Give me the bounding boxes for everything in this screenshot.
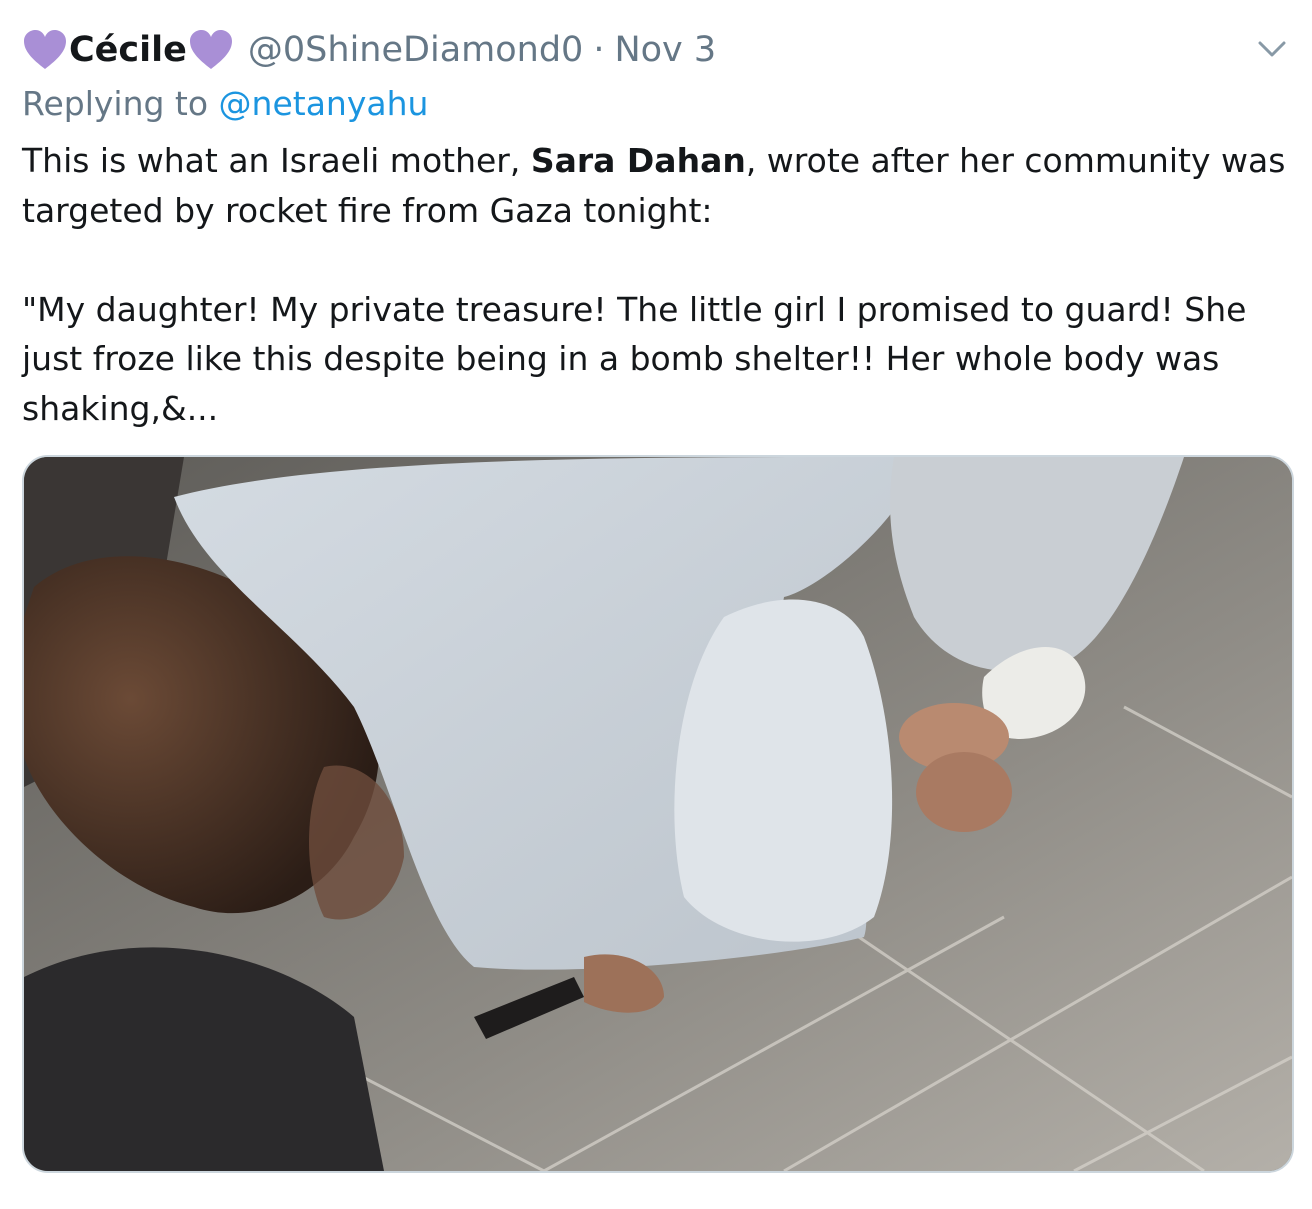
purple-heart-icon (24, 30, 66, 69)
purple-heart-icon (189, 30, 232, 69)
tweet-date[interactable]: Nov 3 (614, 30, 716, 70)
text-part1: This is what an Israeli mother, (22, 141, 531, 180)
user-handle[interactable]: @0ShineDiamond0 (248, 30, 583, 70)
display-name[interactable]: Cécile (69, 30, 187, 70)
photo-image (24, 457, 1292, 1171)
separator-dot: · (593, 30, 605, 70)
tweet-header: Cécile @0ShineDiamond0 · Nov 3 (22, 22, 716, 78)
chevron-down-icon[interactable] (1252, 34, 1292, 64)
tweet-text: This is what an Israeli mother, Sara Dah… (22, 136, 1294, 433)
reply-mention-link[interactable]: @netanyahu (219, 84, 429, 123)
tweet-quote: "My daughter! My private treasure! The l… (22, 289, 1247, 428)
text-bold-name: Sara Dahan (530, 141, 746, 180)
tweet: Cécile @0ShineDiamond0 · Nov 3 Replying … (0, 0, 1312, 1209)
replying-prefix: Replying to (22, 84, 209, 123)
tweet-text-intro: This is what an Israeli mother, Sara Dah… (22, 136, 1294, 235)
tweet-photo[interactable] (22, 455, 1294, 1173)
replying-to-line: Replying to @netanyahu (22, 84, 428, 123)
